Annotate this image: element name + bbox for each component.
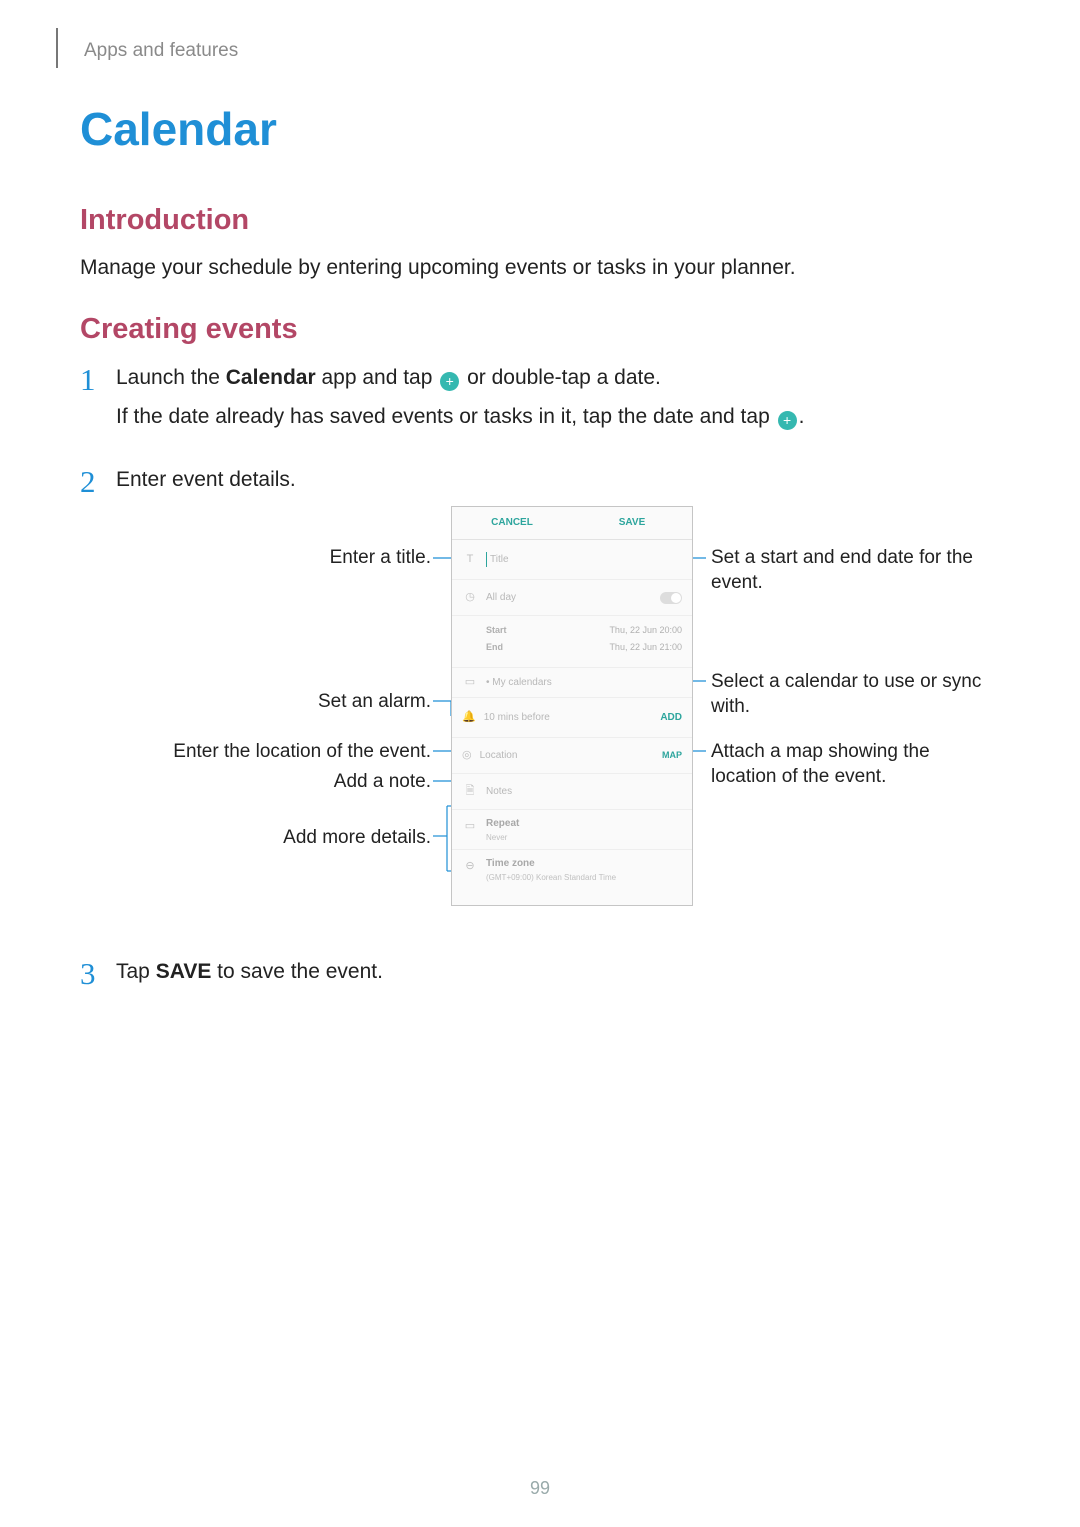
plus-icon: + — [778, 411, 797, 430]
alarm-add-button[interactable]: ADD — [660, 710, 682, 726]
note-icon: 🗎 — [462, 783, 478, 800]
my-calendars-label: • My calendars — [486, 675, 552, 691]
step-text: Launch the — [116, 366, 226, 389]
page-title: Calendar — [80, 102, 1000, 156]
clock-icon: ◷ — [462, 589, 478, 606]
start-value: Thu, 22 Jun 20:00 — [609, 622, 682, 639]
row-calendar[interactable]: ▭ • My calendars — [452, 668, 692, 698]
event-editor-diagram: Enter a title. Set an alarm. Enter the l… — [161, 506, 991, 926]
row-location[interactable]: ◎ Location MAP — [452, 738, 692, 774]
step-bold: SAVE — [156, 960, 212, 983]
bell-icon: 🔔 — [462, 711, 476, 723]
step-text: app and tap — [316, 366, 439, 389]
section-introduction: Introduction — [80, 204, 1000, 237]
step-text: or double-tap a date. — [461, 366, 661, 389]
repeat-value: Never — [486, 832, 682, 844]
step-subtext: If the date already has saved events or … — [116, 405, 776, 428]
row-all-day: ◷ All day — [452, 580, 692, 616]
callout-location: Enter the location of the event. — [161, 740, 431, 765]
repeat-label: Repeat — [486, 816, 682, 832]
callout-map: Attach a map showing the location of the… — [711, 740, 991, 789]
timezone-icon: ⊖ — [462, 858, 478, 875]
callout-alarm: Set an alarm. — [161, 690, 431, 715]
end-value: Thu, 22 Jun 21:00 — [609, 639, 682, 656]
callout-note: Add a note. — [161, 770, 431, 795]
callout-calendar: Select a calendar to use or sync with. — [711, 670, 991, 719]
repeat-icon: ▭ — [462, 818, 478, 835]
plus-icon: + — [440, 372, 459, 391]
step-1: 1 Launch the Calendar app and tap + or d… — [80, 362, 1000, 433]
row-notes[interactable]: 🗎 Notes — [452, 774, 692, 810]
breadcrumb: Apps and features — [84, 40, 1000, 62]
step-3: 3 Tap SAVE to save the event. — [80, 956, 1000, 989]
alarm-label: 10 mins before — [484, 712, 550, 723]
callout-title: Enter a title. — [161, 546, 431, 571]
intro-body: Manage your schedule by entering upcomin… — [80, 253, 1000, 283]
row-repeat[interactable]: ▭ Repeat Never — [452, 810, 692, 850]
location-label: Location — [480, 750, 518, 761]
cancel-button[interactable]: CANCEL — [452, 515, 572, 531]
phone-mock: CANCEL SAVE T Title ◷ All day Start Thu, 2… — [451, 506, 693, 906]
map-button[interactable]: MAP — [662, 749, 682, 763]
all-day-label: All day — [486, 590, 516, 606]
step-number: 3 — [80, 950, 96, 998]
row-title: T Title — [452, 540, 692, 580]
title-icon: T — [462, 551, 478, 568]
notes-label: Notes — [486, 784, 512, 800]
step-number: 2 — [80, 458, 96, 506]
all-day-toggle[interactable] — [660, 592, 682, 604]
row-timezone[interactable]: ⊖ Time zone (GMT+09:00) Korean Standard … — [452, 850, 692, 898]
step-text: to save the event. — [211, 960, 383, 983]
title-input[interactable]: Title — [486, 552, 509, 568]
step-subtext: . — [799, 405, 805, 428]
step-text: Enter event details. — [116, 464, 1000, 497]
row-dates[interactable]: Start Thu, 22 Jun 20:00 End Thu, 22 Jun 21… — [452, 616, 692, 668]
callout-dates: Set a start and end date for the event. — [711, 546, 991, 595]
phone-top-bar: CANCEL SAVE — [452, 507, 692, 540]
save-button[interactable]: SAVE — [572, 515, 692, 531]
timezone-value: (GMT+09:00) Korean Standard Time — [486, 872, 682, 884]
timezone-label: Time zone — [486, 856, 682, 872]
row-alarm[interactable]: 🔔 10 mins before ADD — [452, 698, 692, 738]
end-label: End — [486, 639, 503, 656]
header-rule — [56, 28, 58, 68]
section-creating-events: Creating events — [80, 313, 1000, 346]
page-number: 99 — [0, 1478, 1080, 1499]
step-number: 1 — [80, 356, 96, 404]
step-2: 2 Enter event details. Enter a title. Se… — [80, 464, 1000, 927]
step-text: Tap — [116, 960, 156, 983]
pin-icon: ◎ — [462, 749, 472, 761]
step-bold: Calendar — [226, 366, 316, 389]
callout-more: Add more details. — [161, 826, 431, 851]
calendar-icon: ▭ — [462, 674, 478, 691]
start-label: Start — [486, 622, 507, 639]
